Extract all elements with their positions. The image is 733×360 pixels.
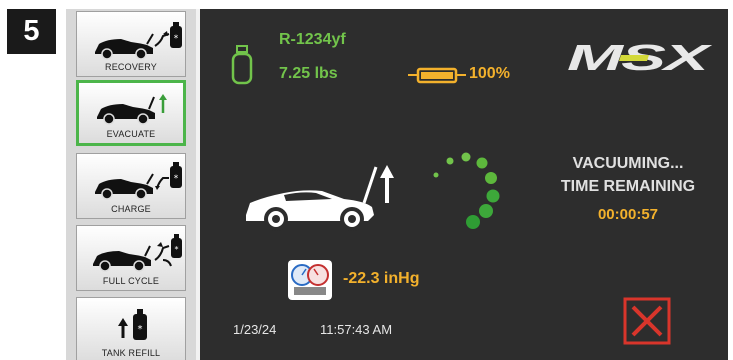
sidebar-item-full-cycle[interactable]: * FULL CYCLE [76,225,186,291]
refrigerant-type: R-1234yf [279,31,346,48]
refrigerant-tank-icon [231,45,253,85]
step-number-badge: 5 [7,9,56,54]
current-time: 11:57:43 AM [320,322,393,337]
device-screen: * RECOVERY EVACUATE * CHARGE * FULL CYCL… [66,9,728,360]
svg-text:*: * [174,174,179,184]
car-evacuate-main-icon [246,165,394,231]
sidebar-item-label: RECOVERY [105,62,157,72]
cancel-button[interactable] [623,297,671,345]
pressure-reading: -22.3 inHg [343,270,420,287]
svg-text:*: * [174,34,179,44]
sidebar-item-tank-refill[interactable]: * TANK REFILL [76,297,186,360]
progress-spinner [433,152,500,229]
sidebar-item-label: CHARGE [111,204,151,214]
refrigerant-weight: 7.25 lbs [279,65,338,82]
sidebar-divider [196,9,200,360]
battery-icon [408,67,466,84]
car-recovery-icon: * [95,22,182,60]
battery-percentage: 100% [469,65,510,82]
car-charge-icon: * [95,162,182,200]
current-date: 1/23/24 [233,322,277,337]
svg-text:*: * [138,324,143,335]
manifold-gauge-icon [288,260,332,300]
car-full-cycle-icon: * [93,234,182,272]
svg-text:*: * [175,245,179,254]
process-status: VACUUMING... [572,155,684,172]
sidebar-item-label: EVACUATE [106,129,156,139]
sidebar-item-label: FULL CYCLE [102,276,160,286]
car-evacuate-icon [97,94,167,125]
sidebar-item-label: TANK REFILL [101,348,161,358]
sidebar-item-recovery[interactable]: * RECOVERY [76,11,186,77]
sidebar-item-charge[interactable]: * CHARGE [76,153,186,219]
sidebar-item-evacuate[interactable]: EVACUATE [76,80,186,146]
time-remaining-value: 00:00:57 [597,206,659,223]
tank-refill-icon: * [118,309,147,340]
msx-logo: MSX [563,37,714,78]
time-remaining-label: TIME REMAINING [560,178,696,195]
